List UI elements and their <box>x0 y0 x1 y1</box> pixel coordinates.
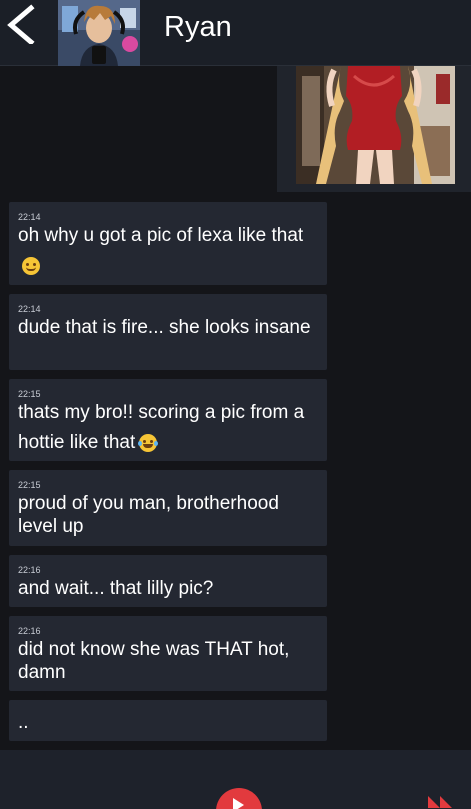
message-text: dude that is fire... she looks insane <box>18 317 311 338</box>
avatar[interactable] <box>58 0 140 66</box>
back-button[interactable] <box>4 4 38 46</box>
message-bubble[interactable]: 22:16 and wait... that lilly pic? <box>9 555 327 607</box>
contact-name: Ryan <box>164 11 232 43</box>
message-time: 22:15 <box>18 480 41 490</box>
message-text: and wait... that lilly pic? <box>18 578 214 599</box>
message-time: 22:14 <box>18 304 41 314</box>
message-text: proud of you man, brotherhood level up <box>18 493 279 537</box>
message-bubble[interactable]: 22:14 oh why u got a pic of lexa like th… <box>9 202 327 285</box>
message-bubble[interactable]: .. <box>9 700 327 741</box>
smiling-face-icon <box>22 256 40 275</box>
message-text: did not know she was THAT hot, damn <box>18 639 290 683</box>
message-time: 22:16 <box>18 565 41 575</box>
chevron-left-icon <box>7 4 35 46</box>
laughing-face-icon <box>138 433 159 452</box>
message-text: .. <box>18 712 29 733</box>
message-text: oh why u got a pic of lexa like that <box>18 221 318 281</box>
message-text: thats my bro!! scoring a pic from a hott… <box>18 402 305 453</box>
play-icon <box>233 798 244 809</box>
message-bubble[interactable]: 22:15 proud of you man, brotherhood leve… <box>9 470 327 546</box>
message-time: 22:16 <box>18 626 41 636</box>
message-bubble[interactable]: 22:15 thats my bro!! scoring a pic from … <box>9 379 327 461</box>
play-button[interactable] <box>216 788 262 809</box>
image-message[interactable] <box>277 66 471 192</box>
message-list[interactable]: 22:14 oh why u got a pic of lexa like th… <box>0 66 471 750</box>
playback-controls <box>0 750 471 809</box>
message-bubble[interactable]: 22:16 did not know she was THAT hot, dam… <box>9 616 327 691</box>
fast-forward-button[interactable] <box>426 794 456 809</box>
chat-header: Ryan <box>0 0 471 66</box>
fast-forward-icon <box>428 796 452 808</box>
message-bubble[interactable]: 22:14 dude that is fire... she looks ins… <box>9 294 327 370</box>
shared-photo[interactable] <box>296 66 455 184</box>
